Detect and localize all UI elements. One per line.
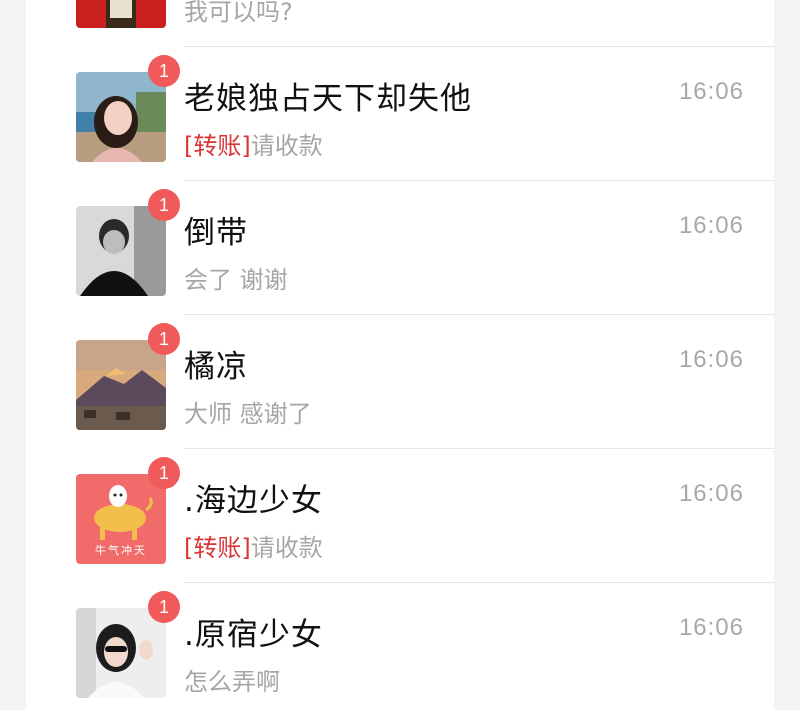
avatar-cartoon-cow-icon[interactable]: 牛气冲天 xyxy=(76,474,166,564)
chat-row[interactable]: 1 .原宿少女 16:06 怎么弄啊 xyxy=(26,583,774,710)
chat-preview: 我可以吗? xyxy=(184,0,293,26)
chat-name: 倒带 xyxy=(184,215,248,251)
chat-preview: [转账]请收款 xyxy=(184,126,323,161)
chat-row[interactable]: 1 老娘独占天下却失他 16:06 [转账]请收款 xyxy=(26,47,774,181)
transfer-tag: [转账] xyxy=(184,534,251,562)
preview-text: 请收款 xyxy=(250,132,323,160)
chat-list[interactable]: 我可以吗? 1 老娘独占天下却失他 16:06 [转账]请收款 1 倒带 16:… xyxy=(26,0,774,710)
chat-row[interactable]: 1 橘凉 16:06 大师 感谢了 xyxy=(26,315,774,449)
avatar-mountain-sunset-icon[interactable] xyxy=(76,340,166,430)
chat-name: 老娘独占天下却失他 xyxy=(184,81,472,117)
preview-text: 会了 谢谢 xyxy=(184,266,288,294)
chat-row[interactable]: 我可以吗? xyxy=(26,0,774,47)
avatar-man-bw-icon[interactable] xyxy=(76,206,166,296)
preview-text: 怎么弄啊 xyxy=(184,668,280,696)
unread-badge: 1 xyxy=(148,189,180,221)
preview-text: 大师 感谢了 xyxy=(184,400,312,428)
preview-text: 请收款 xyxy=(250,534,323,562)
chat-name: 橘凉 xyxy=(184,349,248,385)
chat-time: 16:06 xyxy=(678,212,744,239)
chat-time: 16:06 xyxy=(678,78,744,105)
chat-list-screen: 我可以吗? 1 老娘独占天下却失他 16:06 [转账]请收款 1 倒带 16:… xyxy=(0,0,800,710)
right-margin xyxy=(774,0,800,710)
avatar-girl-sunglasses-icon[interactable] xyxy=(76,608,166,698)
left-margin xyxy=(0,0,26,710)
chat-name: .原宿少女 xyxy=(184,617,323,653)
chat-row[interactable]: 牛气冲天 1 .海边少女 16:06 [转账]请收款 xyxy=(26,449,774,583)
chat-name: .海边少女 xyxy=(184,483,323,519)
chat-time: 16:06 xyxy=(678,346,744,373)
chat-preview: 怎么弄啊 xyxy=(184,662,280,697)
unread-badge: 1 xyxy=(148,323,180,355)
chat-preview: [转账]请收款 xyxy=(184,528,323,563)
chat-time: 16:06 xyxy=(678,480,744,507)
chat-time: 16:06 xyxy=(678,614,744,641)
avatar-woman-lake-icon[interactable] xyxy=(76,72,166,162)
chat-row[interactable]: 1 倒带 16:06 会了 谢谢 xyxy=(26,181,774,315)
unread-badge: 1 xyxy=(148,457,180,489)
avatar-red-photo-icon[interactable] xyxy=(76,0,166,28)
unread-badge: 1 xyxy=(148,55,180,87)
avatar-caption: 牛气冲天 xyxy=(95,544,147,557)
chat-preview: 会了 谢谢 xyxy=(184,260,288,295)
transfer-tag: [转账] xyxy=(184,132,251,160)
chat-preview: 大师 感谢了 xyxy=(184,394,312,429)
unread-badge: 1 xyxy=(148,591,180,623)
